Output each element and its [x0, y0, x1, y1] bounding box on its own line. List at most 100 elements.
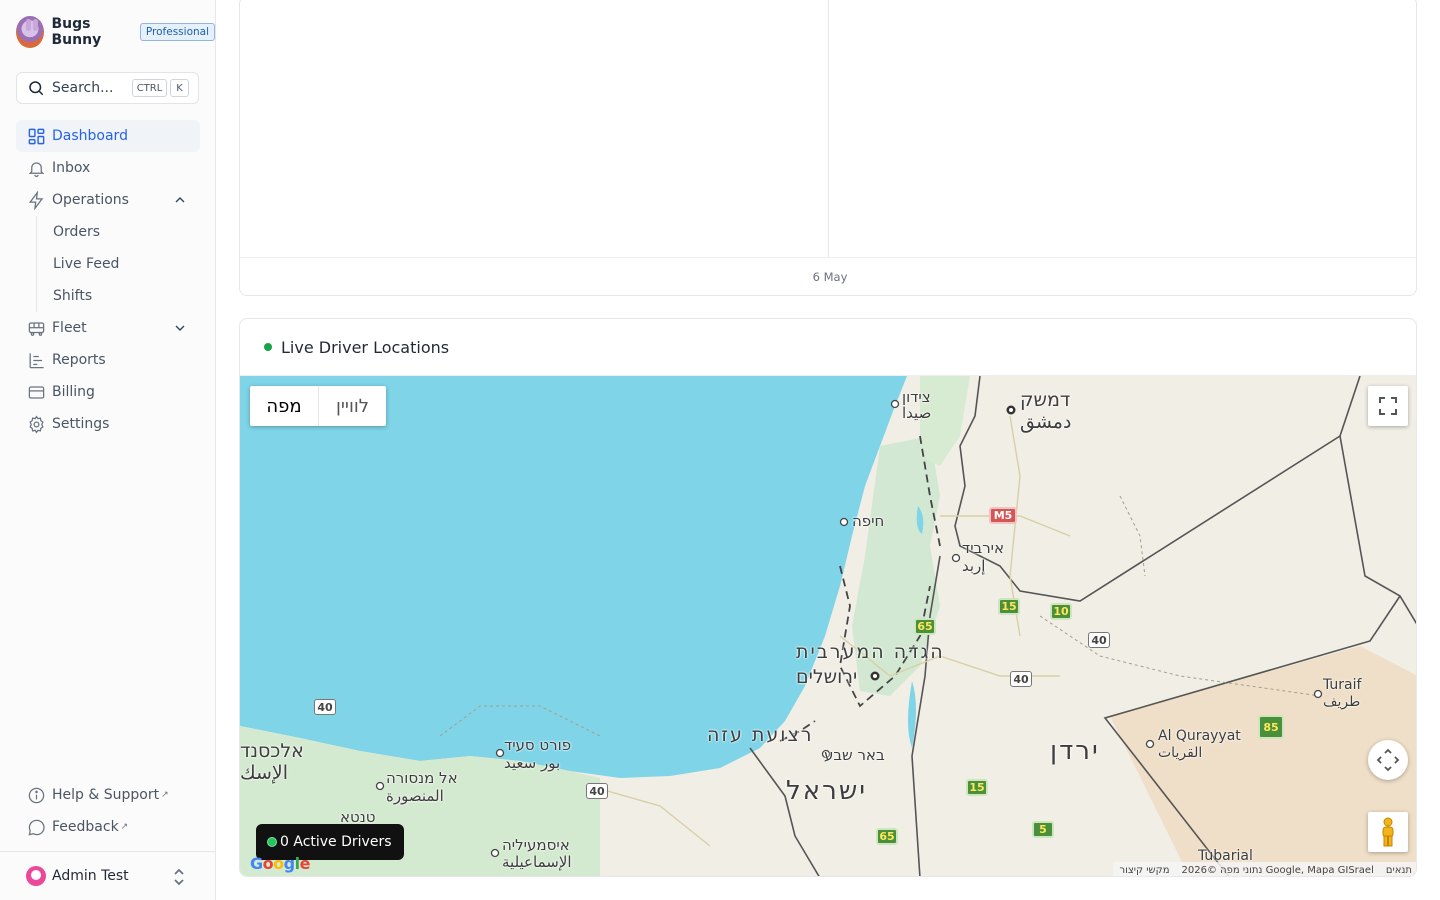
- pegman-icon: [1382, 817, 1394, 847]
- map-label: אל מנסורה: [386, 769, 458, 787]
- map-label: ישראל: [786, 776, 868, 806]
- map-label: רצועת עזה: [707, 724, 814, 746]
- sidebar-item-orders[interactable]: Orders: [37, 216, 200, 248]
- live-status-dot: [264, 343, 272, 351]
- account-name: Bugs Bunny: [51, 16, 102, 48]
- map-label: طريف: [1323, 694, 1361, 710]
- sidebar-item-settings[interactable]: Settings: [16, 408, 200, 440]
- map-label: ירושלים: [796, 666, 858, 688]
- map-type-map-button[interactable]: מפה: [250, 386, 318, 426]
- google-map[interactable]: דמשק دمشق צידון صيدا חיפה אירביד إربد הג…: [240, 376, 1416, 876]
- card-title: Live Driver Locations: [281, 337, 450, 357]
- map-label: الإسك: [240, 762, 289, 784]
- map-label: القريات: [1158, 745, 1203, 761]
- road-shield: 40: [586, 783, 608, 799]
- sidebar-item-label: Operations: [52, 192, 129, 208]
- chart-gridline: [828, 0, 829, 257]
- map-label: المنصورة: [386, 787, 444, 805]
- x-tick-label: 6 May: [812, 270, 848, 284]
- bell-icon: [28, 161, 44, 177]
- map-label: الإسماعيلية: [502, 853, 572, 871]
- user-menu[interactable]: Admin Test: [0, 851, 215, 900]
- map-label: אלכסנד: [240, 740, 304, 762]
- map-label: Turaif: [1323, 677, 1362, 693]
- map-label: אירביד: [962, 539, 1005, 557]
- avatar: [16, 16, 44, 48]
- map-label: دمشق: [1020, 411, 1072, 433]
- sidebar-item-label: Orders: [53, 224, 101, 240]
- sidebar-item-label: Inbox: [52, 160, 91, 176]
- map-label: ירדן: [1050, 736, 1100, 766]
- account-header[interactable]: Bugs Bunny Professional: [16, 16, 215, 48]
- help-icon: [28, 787, 44, 803]
- map-label: صيدا: [902, 404, 932, 422]
- active-drivers-label: 0 Active Drivers: [280, 834, 392, 850]
- live-driver-locations-card: Live Driver Locations דמשק دمشق צידון صي…: [239, 318, 1417, 877]
- road-shield: 15: [998, 598, 1020, 615]
- help-support-label: Help & Support: [52, 787, 160, 803]
- road-shield: 15: [966, 779, 988, 796]
- street-view-pegman[interactable]: [1368, 812, 1408, 852]
- shortcut-ctrl: CTRL: [132, 79, 167, 97]
- sidebar-item-inbox[interactable]: Inbox: [16, 152, 200, 184]
- sidebar-item-label: Settings: [52, 416, 110, 432]
- road-shield: 40: [1088, 632, 1110, 648]
- search-label: Search...: [52, 80, 114, 96]
- chevron-down-icon: [175, 325, 185, 331]
- search-button[interactable]: Search... CTRL K: [16, 72, 199, 104]
- help-support-link[interactable]: Help & Support ↗: [16, 779, 200, 811]
- sidebar-item-operations[interactable]: Operations: [16, 184, 200, 216]
- map-label: באר שבע: [824, 746, 885, 764]
- sidebar-item-shifts[interactable]: Shifts: [37, 280, 200, 312]
- sidebar-item-fleet[interactable]: Fleet: [16, 312, 200, 344]
- google-logo: Google: [250, 854, 310, 873]
- map-label: Al Qurayyat: [1158, 728, 1241, 744]
- gear-icon: [28, 414, 44, 434]
- road-shield: 65: [914, 618, 936, 635]
- help-section: Help & Support ↗ Feedback ↗: [16, 779, 200, 843]
- sidebar-item-billing[interactable]: Billing: [16, 376, 200, 408]
- road-shield: 10: [1050, 603, 1072, 620]
- plan-badge: Professional: [139, 23, 215, 41]
- road-shield: M5: [989, 507, 1017, 524]
- terms-link[interactable]: תנאים: [1386, 865, 1412, 876]
- map-data-credit: נתוני מפה ©2026 Google, Mapa GISrael: [1181, 864, 1374, 876]
- chart-card: 6 May: [239, 0, 1417, 296]
- map-attribution: מקשי קיצור נתוני מפה ©2026 Google, Mapa …: [1113, 862, 1416, 876]
- chevron-up-icon: [175, 197, 185, 203]
- map-label: חיפה: [852, 512, 885, 530]
- bolt-icon: [28, 190, 43, 210]
- keyboard-shortcuts-link[interactable]: מקשי קיצור: [1119, 865, 1169, 876]
- sidebar-item-label: Shifts: [53, 288, 93, 304]
- map-label: איסמעיליה: [502, 836, 570, 854]
- dashboard-icon: [28, 128, 44, 144]
- road-shield: 85: [1258, 715, 1284, 739]
- sidebar-item-label: Billing: [52, 384, 95, 400]
- map-label: הגדה המערבית: [796, 641, 945, 663]
- sidebar-item-dashboard[interactable]: Dashboard: [16, 120, 200, 152]
- feedback-label: Feedback: [52, 819, 119, 835]
- map-label: פורט סעיד: [504, 736, 572, 754]
- chart-x-axis: [240, 257, 1416, 258]
- chevron-updown-icon: [174, 868, 184, 886]
- card-icon: [28, 385, 44, 399]
- search-icon: [29, 81, 44, 96]
- road-shield: 40: [1010, 671, 1032, 687]
- camera-control-button[interactable]: [1368, 740, 1408, 780]
- road-shield: 40: [314, 699, 336, 715]
- bus-icon: [28, 321, 44, 336]
- feedback-link[interactable]: Feedback ↗: [16, 811, 200, 843]
- user-avatar: [26, 866, 46, 886]
- fullscreen-button[interactable]: [1368, 386, 1408, 426]
- chat-bubble-icon: [28, 819, 45, 835]
- map-label: דמשק: [1020, 389, 1071, 411]
- sidebar-item-label: Dashboard: [52, 128, 128, 144]
- external-link-icon: ↗: [161, 790, 169, 800]
- sidebar-item-reports[interactable]: Reports: [16, 344, 200, 376]
- map-type-satellite-button[interactable]: לוויין: [318, 386, 386, 426]
- road-shield: 65: [876, 828, 898, 845]
- road-shield: 5: [1032, 821, 1054, 838]
- map-type-control: מפה לוויין: [250, 386, 386, 426]
- reports-icon: [29, 352, 44, 368]
- sidebar-item-live-feed[interactable]: Live Feed: [37, 248, 200, 280]
